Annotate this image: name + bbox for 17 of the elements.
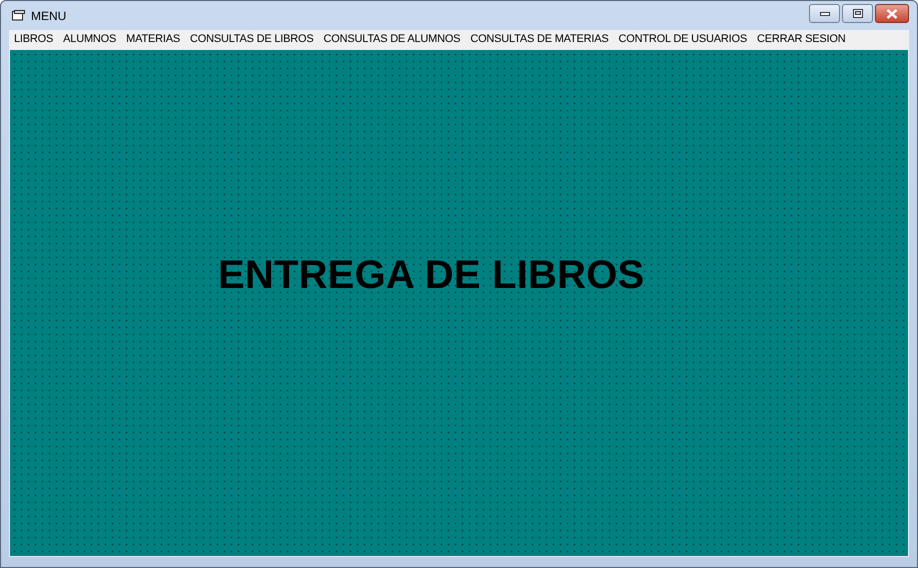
form-heading: ENTREGA DE LIBROS xyxy=(218,252,644,299)
window-title: MENU xyxy=(31,8,66,24)
menu-item[interactable]: CONSULTAS DE ALUMNOS xyxy=(318,31,466,48)
menu-item[interactable]: CONTROL DE USUARIOS xyxy=(614,31,752,48)
menu-item[interactable]: MATERIAS xyxy=(121,31,185,48)
minimize-icon xyxy=(820,12,830,16)
window-icon xyxy=(12,10,25,21)
close-icon xyxy=(886,8,898,18)
close-button[interactable] xyxy=(875,4,909,23)
menu-item[interactable]: CONSULTAS DE MATERIAS xyxy=(465,31,614,48)
minimize-button[interactable] xyxy=(809,4,840,23)
menu-item[interactable]: CONSULTAS DE LIBROS xyxy=(184,31,319,48)
maximize-button[interactable] xyxy=(842,4,873,23)
menu-item[interactable]: ALUMNOS xyxy=(58,31,122,48)
menu-item[interactable]: CERRAR SESION xyxy=(752,31,850,48)
maximize-icon xyxy=(852,9,862,18)
menu-item[interactable]: LIBROS xyxy=(9,31,58,48)
